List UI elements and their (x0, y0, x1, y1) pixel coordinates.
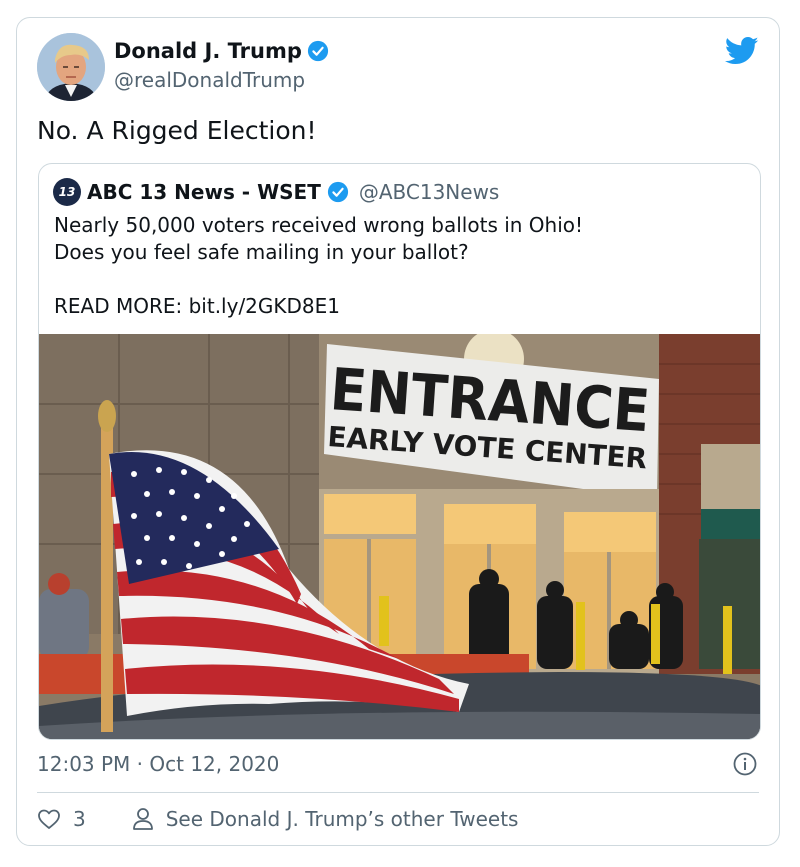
quote-author-name[interactable]: ABC 13 News - WSET (87, 180, 321, 204)
quote-line: Nearly 50,000 voters received wrong ball… (54, 213, 584, 237)
quoted-tweet[interactable]: 13 ABC 13 News - WSET @ABC13News Nearly … (38, 163, 761, 740)
other-tweets-link[interactable]: See Donald J. Trump’s other Tweets (132, 807, 519, 831)
quote-line (54, 266, 744, 293)
tweet-actions: 3 See Donald J. Trump’s other Tweets (37, 807, 518, 831)
author-name-text: Donald J. Trump (114, 39, 302, 63)
info-icon[interactable] (733, 752, 757, 776)
verified-badge-icon (327, 181, 348, 203)
other-tweets-label: See Donald J. Trump’s other Tweets (165, 807, 519, 831)
verified-badge-icon (307, 40, 328, 62)
twitter-bird-icon[interactable] (725, 36, 759, 66)
quote-link[interactable]: READ MORE: bit.ly/2GKD8E1 (54, 293, 744, 320)
quote-line: Does you feel safe mailing in your ballo… (54, 240, 469, 264)
quote-header: 13 ABC 13 News - WSET @ABC13News (53, 178, 499, 206)
like-button[interactable]: 3 (37, 807, 86, 831)
person-icon (132, 808, 153, 830)
tweet-card: Donald J. Trump @realDonaldTrump No. A R… (16, 17, 780, 846)
quote-author-handle[interactable]: @ABC13News (359, 180, 500, 204)
heart-icon (38, 809, 60, 829)
quote-avatar[interactable]: 13 (53, 178, 81, 206)
avatar-photo (37, 33, 105, 101)
quote-photo[interactable]: ENTRANCE EARLY VOTE CENTER (39, 334, 761, 740)
divider (37, 792, 759, 793)
tweet-text: No. A Rigged Election! (37, 116, 317, 145)
like-count: 3 (73, 807, 86, 831)
author-handle[interactable]: @realDonaldTrump (114, 68, 305, 92)
author-name[interactable]: Donald J. Trump (114, 39, 329, 63)
tweet-timestamp[interactable]: 12:03 PM · Oct 12, 2020 (37, 752, 279, 776)
author-avatar[interactable] (37, 33, 105, 101)
quote-text: Nearly 50,000 voters received wrong ball… (54, 212, 744, 320)
